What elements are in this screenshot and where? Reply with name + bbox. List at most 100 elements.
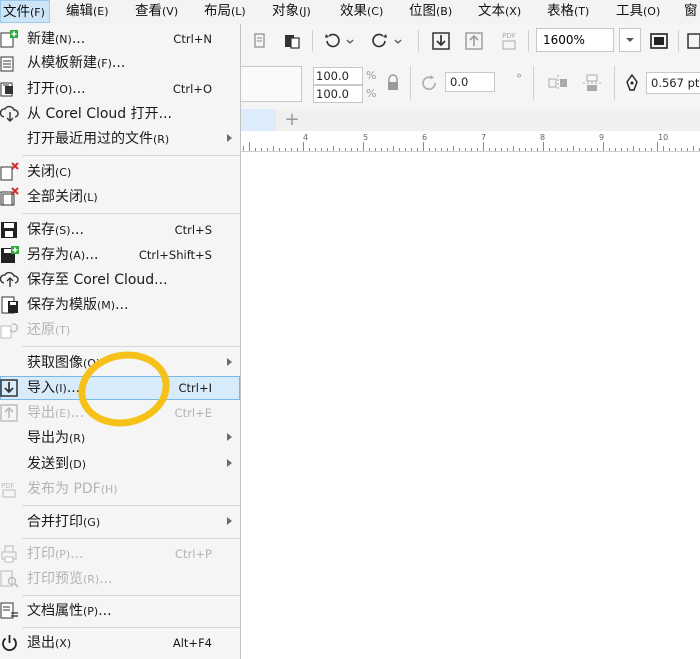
ruler-tick <box>261 148 262 151</box>
ruler-tick <box>345 148 346 151</box>
mirror-horizontal-icon[interactable] <box>546 72 570 94</box>
menu-item-import[interactable]: 导入(I)... Ctrl+I <box>0 376 240 400</box>
submenu-arrow-icon <box>227 358 232 366</box>
menu-item-save-to-cloud[interactable]: 保存至 Corel Cloud... <box>0 268 240 292</box>
menu-object[interactable]: 对象(J) <box>266 0 317 23</box>
menu-item-export-for[interactable]: 导出为(R) <box>0 426 240 450</box>
ruler-tick <box>657 142 658 151</box>
menu-edit[interactable]: 编辑(E) <box>60 0 115 23</box>
ruler-tick <box>465 148 466 151</box>
zoom-level-input[interactable]: 1600% <box>536 28 614 52</box>
mirror-vertical-icon[interactable] <box>580 72 604 94</box>
redo-icon[interactable] <box>368 30 406 52</box>
ruler-tick <box>411 148 412 151</box>
undo-icon[interactable] <box>320 30 358 52</box>
ruler-label: 4 <box>303 133 309 142</box>
menu-item-open-from-cloud[interactable]: 从 Corel Cloud 打开... <box>0 102 240 126</box>
cut-icon[interactable] <box>250 30 270 52</box>
menu-item-save-as[interactable]: 另存为(A)... Ctrl+Shift+S <box>0 243 240 267</box>
menu-item-close-all[interactable]: 全部关闭(L) <box>0 185 240 209</box>
ruler-tick <box>327 148 328 151</box>
rotation-angle-input[interactable]: 0.0 <box>445 72 495 92</box>
menu-bitmaps[interactable]: 位图(B) <box>403 0 458 23</box>
menu-item-open[interactable]: 打开(O)... Ctrl+O <box>0 77 240 101</box>
menu-view[interactable]: 查看(V) <box>129 0 184 23</box>
ruler-tick <box>489 148 490 151</box>
ruler-tick <box>405 148 406 151</box>
ruler-tick <box>543 142 544 151</box>
ruler-tick <box>693 146 694 151</box>
import-icon <box>0 378 20 398</box>
object-size-fields[interactable] <box>240 66 302 102</box>
menu-item-send-to[interactable]: 发送到(D) <box>0 452 240 476</box>
ruler-tick <box>483 142 484 151</box>
ruler-tick <box>291 148 292 151</box>
rotate-icon[interactable] <box>418 72 440 94</box>
menu-item-new-from-template[interactable]: 从模板新建(F)... <box>0 51 240 75</box>
document-properties-icon <box>0 601 20 621</box>
scale-y-input[interactable]: 100.0 <box>313 85 363 103</box>
menu-effects[interactable]: 效果(C) <box>334 0 389 23</box>
ruler-tick <box>663 146 664 151</box>
document-tab[interactable] <box>240 109 276 131</box>
add-document-tab-button[interactable]: + <box>282 110 302 130</box>
menu-file[interactable]: 文件(F) <box>0 0 50 23</box>
horizontal-ruler[interactable]: 4 5 6 7 8 9 10 <box>240 131 700 152</box>
menu-bar: 文件(F) 编辑(E) 查看(V) 布局(L) 对象(J) 效果(C) 位图(B… <box>0 0 700 25</box>
ruler-label: 7 <box>481 133 487 142</box>
ruler-tick <box>315 148 316 151</box>
ruler-tick <box>255 148 256 151</box>
paste-icon[interactable] <box>281 30 303 52</box>
zoom-dropdown-button[interactable] <box>619 28 641 52</box>
full-screen-preview-icon[interactable] <box>647 30 671 52</box>
ruler-tick <box>525 148 526 151</box>
ruler-tick <box>273 146 274 151</box>
menu-item-exit[interactable]: 退出(X) Alt+F4 <box>0 631 240 655</box>
ruler-tick <box>477 148 478 151</box>
ruler-tick <box>423 142 424 151</box>
menu-text[interactable]: 文本(X) <box>472 0 527 23</box>
menu-layout[interactable]: 布局(L) <box>198 0 252 23</box>
options-icon[interactable] <box>684 30 700 52</box>
ruler-label: 8 <box>540 133 546 142</box>
ruler-tick <box>363 142 364 151</box>
menu-tools[interactable]: 工具(O) <box>610 0 666 23</box>
ruler-tick <box>453 146 454 151</box>
menu-item-save-as-template[interactable]: 保存为模版(M)... <box>0 293 240 317</box>
ruler-tick <box>669 148 670 151</box>
ruler-tick <box>555 148 556 151</box>
ruler-tick <box>279 148 280 151</box>
import-toolbar-icon[interactable] <box>429 29 453 53</box>
outline-width-input[interactable]: 0.567 pt <box>646 72 700 94</box>
menu-item-print: 打印(P)... Ctrl+P <box>0 542 240 566</box>
ruler-tick <box>519 148 520 151</box>
publish-pdf-icon[interactable]: PDF <box>497 28 521 54</box>
ruler-tick <box>687 148 688 151</box>
menu-item-save[interactable]: 保存(S)... Ctrl+S <box>0 218 240 242</box>
ruler-tick <box>351 148 352 151</box>
ruler-tick <box>639 148 640 151</box>
outline-pen-icon[interactable] <box>622 71 642 95</box>
ruler-tick <box>309 148 310 151</box>
menu-item-close[interactable]: 关闭(C) <box>0 160 240 184</box>
scale-x-input[interactable]: 100.0 <box>313 67 363 85</box>
close-all-icon <box>0 187 20 207</box>
ruler-tick <box>249 142 250 151</box>
ruler-label: 5 <box>363 133 369 142</box>
menu-item-open-recent[interactable]: 打开最近用过的文件(R) <box>0 127 240 151</box>
menu-item-document-properties[interactable]: 文档属性(P)... <box>0 599 240 623</box>
lock-ratio-icon[interactable] <box>382 72 404 94</box>
export-toolbar-icon[interactable] <box>462 29 486 53</box>
menu-item-print-merge[interactable]: 合并打印(G) <box>0 510 240 534</box>
menu-item-new[interactable]: 新建(N)... Ctrl+N <box>0 27 240 51</box>
ruler-tick <box>513 146 514 151</box>
menu-window[interactable]: 窗 <box>678 0 700 23</box>
scale-y-unit: % <box>366 87 377 100</box>
export-icon <box>0 403 20 423</box>
menu-item-acquire-image[interactable]: 获取图像(Q) <box>0 351 240 375</box>
ruler-tick <box>387 148 388 151</box>
ruler-tick <box>561 148 562 151</box>
ruler-tick <box>609 148 610 151</box>
ruler-tick <box>501 148 502 151</box>
menu-table[interactable]: 表格(T) <box>541 0 595 23</box>
